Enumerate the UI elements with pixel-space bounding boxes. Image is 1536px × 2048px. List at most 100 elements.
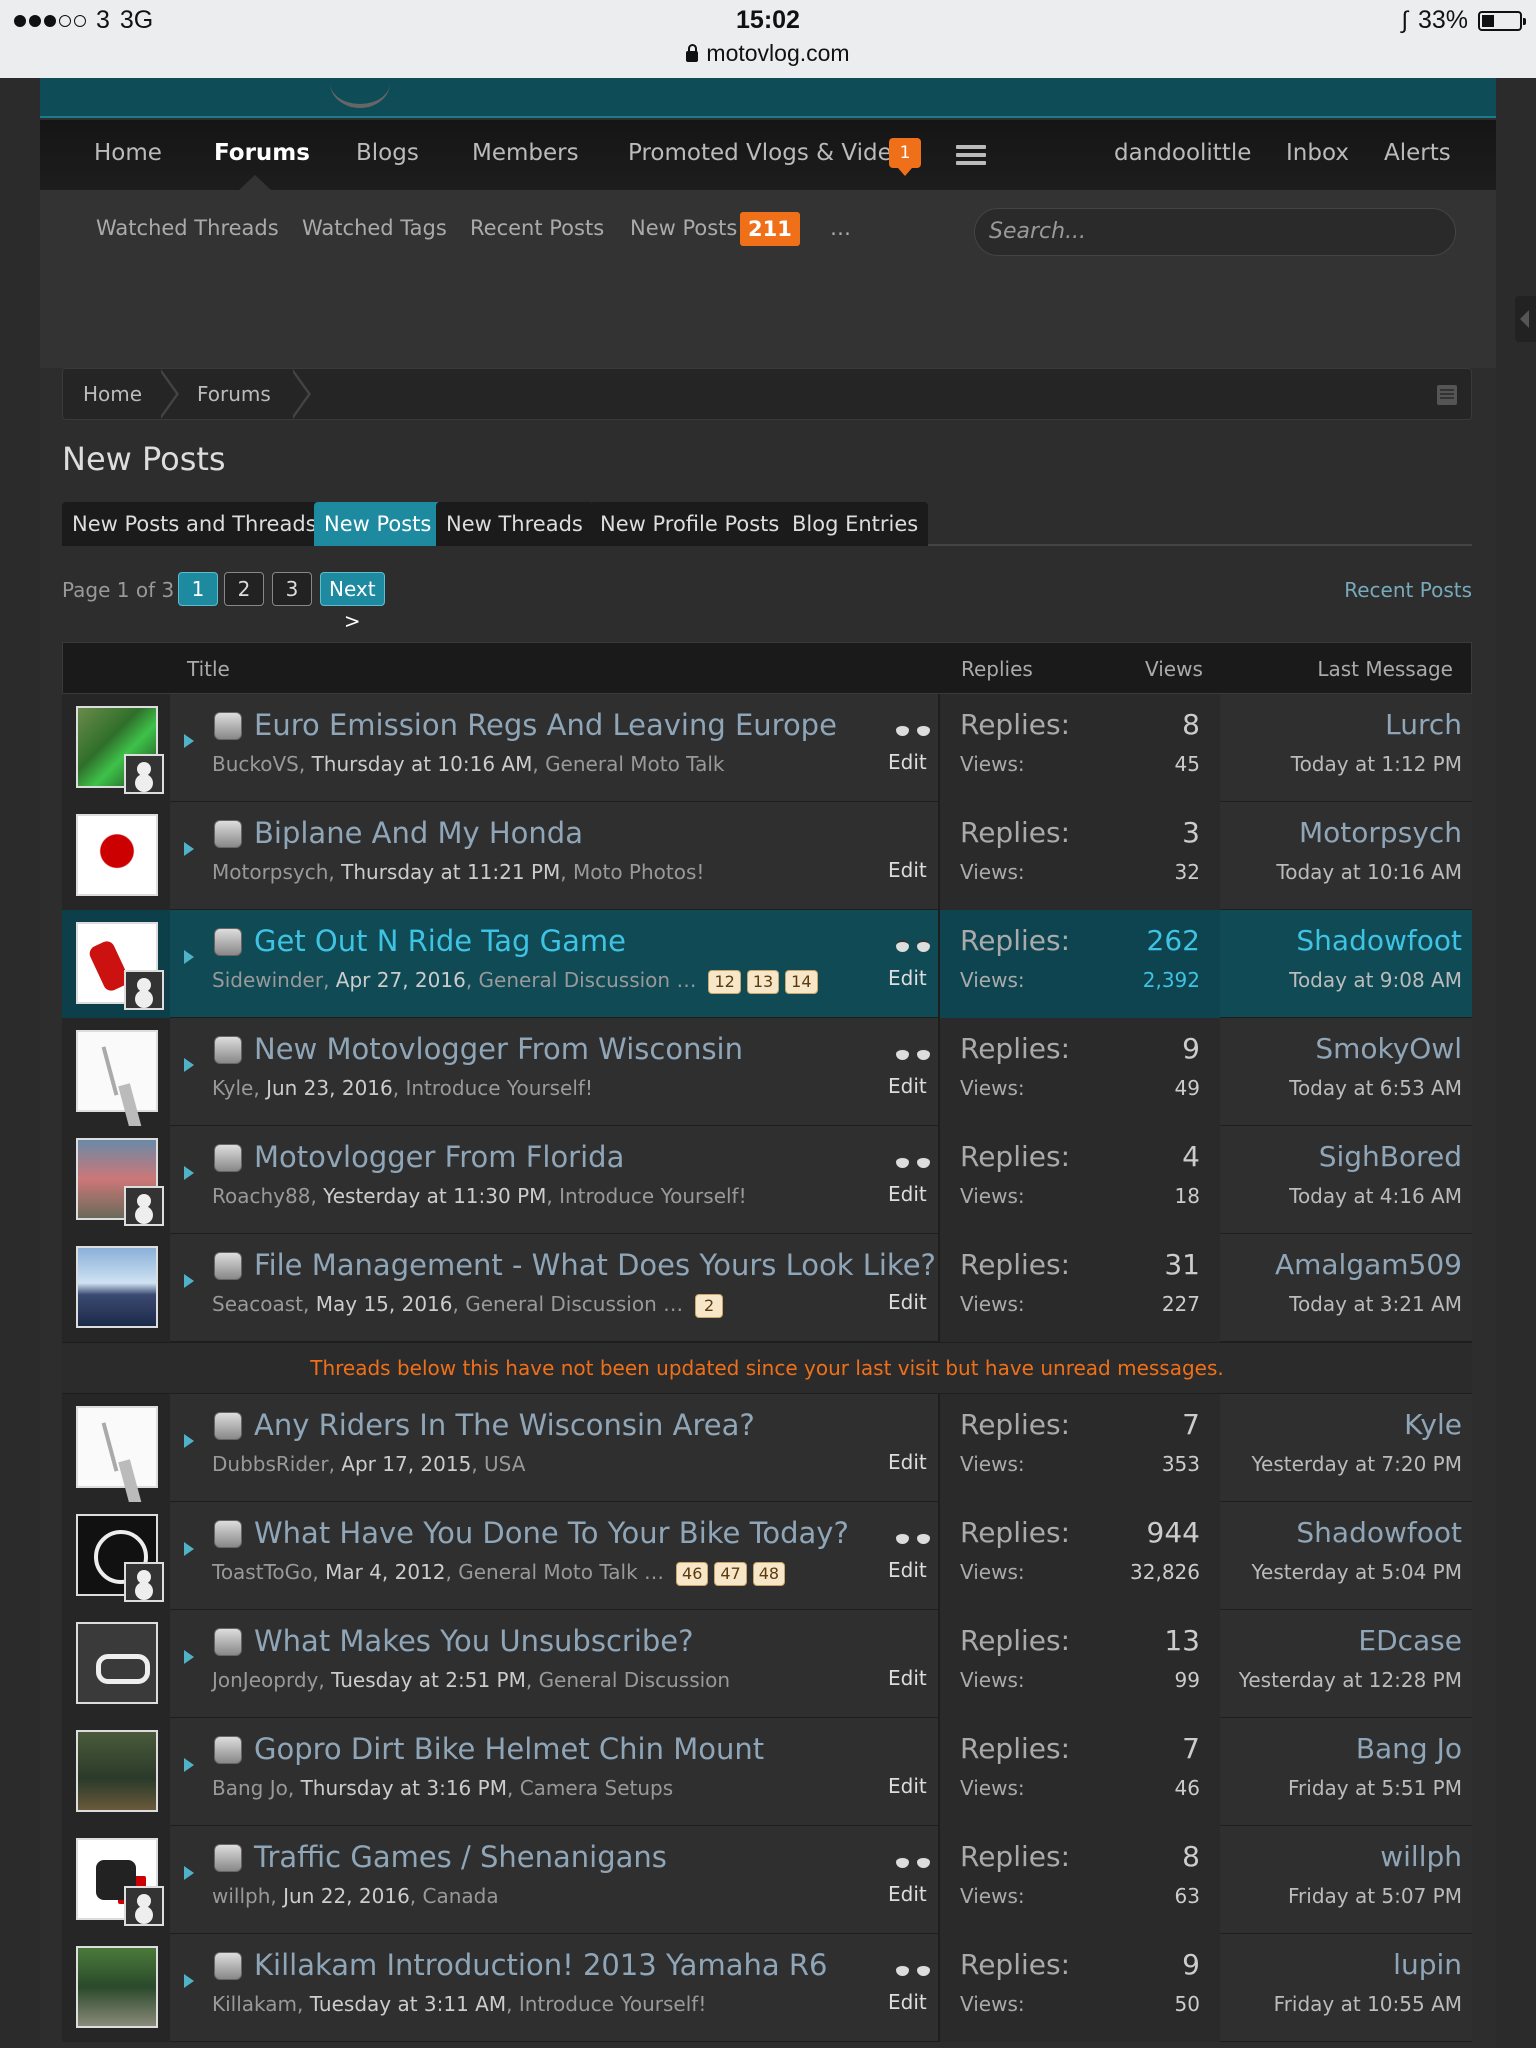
thread-title[interactable]: Any Riders In The Wisconsin Area? bbox=[254, 1408, 755, 1442]
nav-inbox[interactable]: Inbox bbox=[1286, 140, 1349, 166]
breadcrumb-menu-icon[interactable] bbox=[1437, 385, 1457, 405]
header-title[interactable]: Title bbox=[187, 657, 230, 681]
avatar[interactable] bbox=[76, 1946, 158, 2028]
last-message-date[interactable]: Today at 1:12 PM bbox=[1291, 752, 1462, 776]
edit-button[interactable]: Edit bbox=[888, 1074, 927, 1098]
last-message-date[interactable]: Yesterday at 12:28 PM bbox=[1239, 1668, 1462, 1692]
thread-author[interactable]: Sidewinder bbox=[212, 968, 323, 992]
thread-start-date[interactable]: Jun 22, 2016 bbox=[283, 1884, 410, 1908]
address-bar[interactable]: motovlog.com bbox=[0, 40, 1536, 67]
last-message-user[interactable]: SmokyOwl bbox=[1315, 1032, 1462, 1065]
thread-forum[interactable]: General Discussion bbox=[479, 968, 671, 992]
last-message-date[interactable]: Today at 3:21 AM bbox=[1289, 1292, 1462, 1316]
expand-arrow-icon[interactable] bbox=[184, 950, 194, 964]
breadcrumb-forums[interactable]: Forums bbox=[197, 369, 271, 419]
thread-start-date[interactable]: Thursday at 11:21 PM bbox=[341, 860, 560, 884]
thread-page-link[interactable]: 13 bbox=[746, 970, 780, 994]
expand-arrow-icon[interactable] bbox=[184, 1434, 194, 1448]
menu-icon[interactable] bbox=[956, 145, 986, 165]
avatar[interactable] bbox=[76, 1730, 158, 1812]
thread-title[interactable]: Get Out N Ride Tag Game bbox=[254, 924, 626, 958]
edit-button[interactable]: Edit bbox=[888, 858, 927, 882]
thread-author[interactable]: Killakam bbox=[212, 1992, 297, 2016]
edit-button[interactable]: Edit bbox=[888, 1558, 927, 1582]
thread-start-date[interactable]: Apr 17, 2015 bbox=[341, 1452, 471, 1476]
thread-checkbox[interactable] bbox=[214, 928, 242, 956]
thread-forum[interactable]: General Moto Talk bbox=[458, 1560, 637, 1584]
last-message-date[interactable]: Today at 6:53 AM bbox=[1289, 1076, 1462, 1100]
last-message-user[interactable]: SighBored bbox=[1319, 1140, 1462, 1173]
thread-forum[interactable]: Moto Photos! bbox=[573, 860, 704, 884]
thread-title[interactable]: Killakam Introduction! 2013 Yamaha R6 bbox=[254, 1948, 827, 1982]
thread-author[interactable]: Seacoast bbox=[212, 1292, 303, 1316]
thread-page-link[interactable]: 46 bbox=[676, 1562, 709, 1586]
thread-author[interactable]: Kyle bbox=[212, 1076, 253, 1100]
edit-button[interactable]: Edit bbox=[888, 1450, 927, 1474]
thread-forum[interactable]: Canada bbox=[423, 1884, 499, 1908]
thread-title[interactable]: What Makes You Unsubscribe? bbox=[254, 1624, 694, 1658]
thread-checkbox[interactable] bbox=[214, 1252, 242, 1280]
expand-arrow-icon[interactable] bbox=[184, 1758, 194, 1772]
edit-button[interactable]: Edit bbox=[888, 966, 927, 990]
avatar[interactable] bbox=[76, 1246, 158, 1328]
subnav-new-posts[interactable]: New Posts bbox=[630, 216, 737, 240]
thread-checkbox[interactable] bbox=[214, 1036, 242, 1064]
thread-author[interactable]: DubbsRider bbox=[212, 1452, 329, 1476]
subnav-more[interactable]: … bbox=[830, 216, 851, 240]
edit-button[interactable]: Edit bbox=[888, 1290, 927, 1314]
last-message-user[interactable]: Motorpsych bbox=[1299, 816, 1462, 849]
thread-checkbox[interactable] bbox=[214, 820, 242, 848]
expand-arrow-icon[interactable] bbox=[184, 842, 194, 856]
thread-forum[interactable]: General Discussion bbox=[539, 1668, 731, 1692]
last-message-date[interactable]: Friday at 10:55 AM bbox=[1274, 1992, 1462, 2016]
last-poster-avatar[interactable] bbox=[124, 1562, 164, 1602]
thread-checkbox[interactable] bbox=[214, 1844, 242, 1872]
page-2-button[interactable]: 2 bbox=[224, 572, 264, 606]
last-poster-avatar[interactable] bbox=[124, 1186, 164, 1226]
last-message-date[interactable]: Friday at 5:07 PM bbox=[1288, 1884, 1462, 1908]
thread-title[interactable]: Gopro Dirt Bike Helmet Chin Mount bbox=[254, 1732, 764, 1766]
last-message-user[interactable]: Shadowfoot bbox=[1296, 1516, 1462, 1549]
nav-forums[interactable]: Forums bbox=[214, 140, 310, 166]
expand-arrow-icon[interactable] bbox=[184, 1866, 194, 1880]
last-message-date[interactable]: Today at 10:16 AM bbox=[1276, 860, 1462, 884]
last-poster-avatar[interactable] bbox=[124, 1886, 164, 1926]
edit-button[interactable]: Edit bbox=[888, 1882, 927, 1906]
expand-arrow-icon[interactable] bbox=[184, 1974, 194, 1988]
nav-blogs[interactable]: Blogs bbox=[356, 140, 419, 166]
expand-arrow-icon[interactable] bbox=[184, 1650, 194, 1664]
thread-start-date[interactable]: Tuesday at 3:11 AM bbox=[310, 1992, 506, 2016]
thread-author[interactable]: Motorpsych bbox=[212, 860, 328, 884]
thread-forum[interactable]: USA bbox=[484, 1452, 525, 1476]
alert-count-badge[interactable]: 1 bbox=[889, 138, 921, 176]
thread-forum[interactable]: General Moto Talk bbox=[545, 752, 724, 776]
thread-author[interactable]: ToastToGo bbox=[212, 1560, 312, 1584]
thread-page-link[interactable]: 12 bbox=[708, 970, 741, 994]
recent-posts-link[interactable]: Recent Posts bbox=[1344, 578, 1472, 602]
last-message-user[interactable]: Amalgam509 bbox=[1275, 1248, 1462, 1281]
thread-title[interactable]: What Have You Done To Your Bike Today? bbox=[254, 1516, 849, 1550]
thread-author[interactable]: Bang Jo bbox=[212, 1776, 288, 1800]
edit-button[interactable]: Edit bbox=[888, 1182, 927, 1206]
expand-arrow-icon[interactable] bbox=[184, 734, 194, 748]
last-message-user[interactable]: Bang Jo bbox=[1356, 1732, 1462, 1765]
thread-start-date[interactable]: May 15, 2016 bbox=[316, 1292, 453, 1316]
thread-start-date[interactable]: Mar 4, 2012 bbox=[325, 1560, 445, 1584]
search-input[interactable]: Search... bbox=[974, 208, 1456, 256]
thread-title[interactable]: Euro Emission Regs And Leaving Europe bbox=[254, 708, 837, 742]
thread-checkbox[interactable] bbox=[214, 1736, 242, 1764]
last-poster-avatar[interactable] bbox=[124, 970, 164, 1010]
thread-forum[interactable]: Camera Setups bbox=[520, 1776, 673, 1800]
thread-start-date[interactable]: Yesterday at 11:30 PM bbox=[323, 1184, 546, 1208]
side-panel-tab[interactable] bbox=[1515, 296, 1536, 342]
thread-checkbox[interactable] bbox=[214, 1628, 242, 1656]
thread-checkbox[interactable] bbox=[214, 1144, 242, 1172]
thread-forum[interactable]: Introduce Yourself! bbox=[559, 1184, 747, 1208]
thread-start-date[interactable]: Thursday at 3:16 PM bbox=[301, 1776, 507, 1800]
subnav-watched-threads[interactable]: Watched Threads bbox=[96, 216, 279, 240]
thread-page-link[interactable]: 2 bbox=[695, 1294, 724, 1318]
nav-home[interactable]: Home bbox=[94, 140, 162, 166]
expand-arrow-icon[interactable] bbox=[184, 1274, 194, 1288]
header-last-message[interactable]: Last Message bbox=[1317, 657, 1453, 681]
last-message-user[interactable]: Kyle bbox=[1404, 1408, 1462, 1441]
